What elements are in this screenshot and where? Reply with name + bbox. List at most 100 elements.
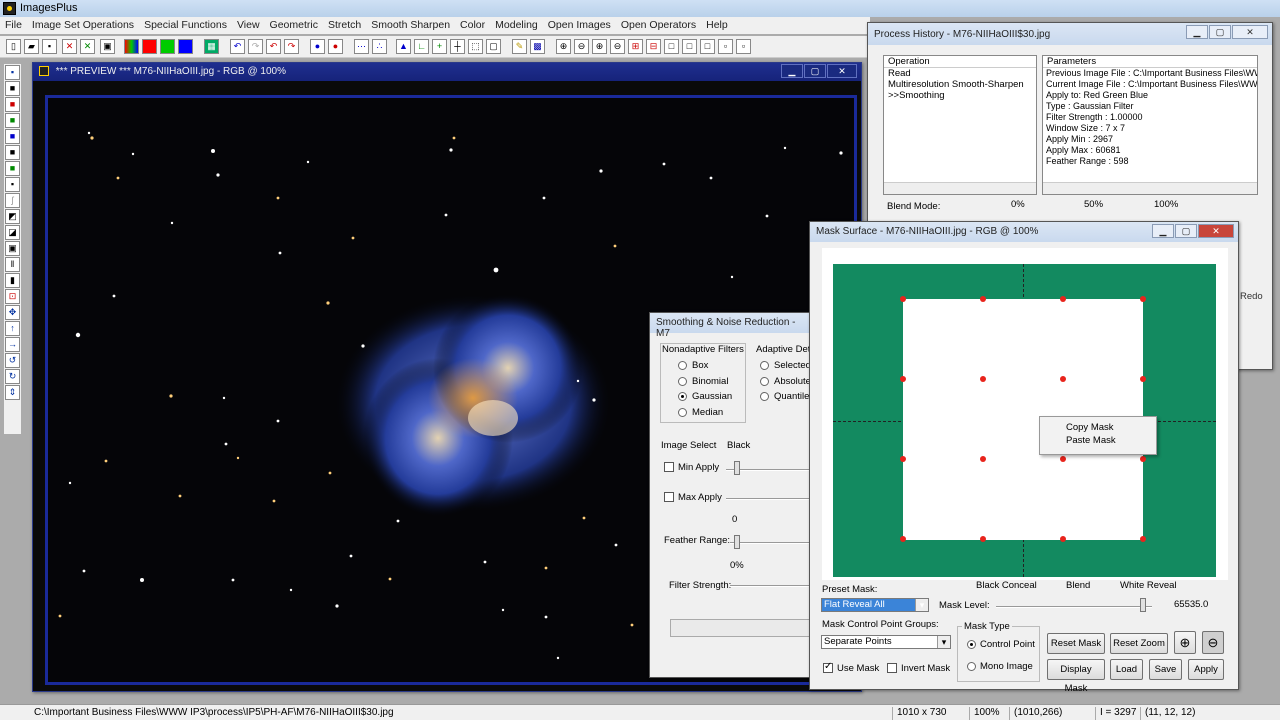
dots-icon[interactable]: ⋯ xyxy=(354,39,369,54)
flip-tool-icon[interactable]: ⇕ xyxy=(5,385,20,400)
control-point[interactable] xyxy=(1060,536,1066,542)
menu-image-set-operations[interactable]: Image Set Operations xyxy=(27,17,139,33)
stop-record-icon[interactable]: ● xyxy=(328,39,343,54)
filter-strength-slider[interactable] xyxy=(730,585,812,587)
invert-mask-checkbox[interactable] xyxy=(887,663,897,673)
menu-smooth-sharpen[interactable]: Smooth Sharpen xyxy=(366,17,455,33)
mask-close-button[interactable]: ✕ xyxy=(1198,224,1234,238)
red-channel-icon[interactable] xyxy=(142,39,157,54)
filter-gaussian-radio[interactable] xyxy=(678,392,687,401)
operation-list[interactable]: Operation Read Multiresolution Smooth-Sh… xyxy=(883,55,1037,195)
control-point-radio[interactable] xyxy=(967,640,976,649)
zoom-out-icon[interactable]: ⊖ xyxy=(574,39,589,54)
menu-open-images[interactable]: Open Images xyxy=(543,17,616,33)
save-icon[interactable]: ▪ xyxy=(42,39,57,54)
control-point-groups-select[interactable]: Separate Points xyxy=(821,635,951,649)
filter-box-radio[interactable] xyxy=(678,361,687,370)
box3-icon[interactable]: □ xyxy=(700,39,715,54)
bar-tool-icon[interactable]: ▮ xyxy=(5,273,20,288)
close-icon[interactable]: ✕ xyxy=(62,39,77,54)
plus-box-icon[interactable]: ⊞ xyxy=(628,39,643,54)
zoom-in-icon[interactable]: ⊕ xyxy=(1174,631,1196,654)
preview-maximize-button[interactable]: ▢ xyxy=(804,64,826,78)
operation-item[interactable]: >>Smoothing xyxy=(888,90,1036,101)
control-point[interactable] xyxy=(1060,456,1066,462)
triangle-icon[interactable]: ▲ xyxy=(396,39,411,54)
target-icon[interactable]: ┼ xyxy=(450,39,465,54)
box4-icon[interactable]: ▫ xyxy=(718,39,733,54)
mono-tool-icon[interactable]: ■ xyxy=(5,145,20,160)
mask-level-slider[interactable] xyxy=(996,606,1152,608)
new-file-icon[interactable]: ▯ xyxy=(6,39,21,54)
menu-open-operators[interactable]: Open Operators xyxy=(616,17,701,33)
green-channel-icon[interactable] xyxy=(160,39,175,54)
minus-box-icon[interactable]: ⊟ xyxy=(646,39,661,54)
apply-button[interactable]: Apply xyxy=(1188,659,1224,680)
pencil-icon[interactable]: ✎ xyxy=(512,39,527,54)
operation-item[interactable]: Read xyxy=(888,68,1036,79)
min-apply-slider-thumb[interactable] xyxy=(734,461,740,475)
axis-icon[interactable]: ∟ xyxy=(414,39,429,54)
max-apply-slider[interactable] xyxy=(726,498,812,500)
reset-zoom-button[interactable]: Reset Zoom xyxy=(1110,633,1168,654)
redo-icon[interactable]: ↷ xyxy=(248,39,263,54)
close-all-icon[interactable]: ✕ xyxy=(80,39,95,54)
control-point[interactable] xyxy=(1060,296,1066,302)
rectangle-select-icon[interactable]: ⬚ xyxy=(468,39,483,54)
green-tool-icon[interactable]: ■ xyxy=(5,113,20,128)
rotate-right-icon[interactable]: ↻ xyxy=(5,369,20,384)
menu-stretch[interactable]: Stretch xyxy=(323,17,366,33)
adaptive-absolute-radio[interactable] xyxy=(760,377,769,386)
history-maximize-button[interactable]: ▢ xyxy=(1209,25,1231,39)
frame-tool-icon[interactable]: ◪ xyxy=(5,225,20,240)
mono-image-radio[interactable] xyxy=(967,662,976,671)
hook-tool-icon[interactable]: ʃ xyxy=(5,193,20,208)
box5-icon[interactable]: ▫ xyxy=(736,39,751,54)
history-close-button[interactable]: ✕ xyxy=(1232,25,1268,39)
red-tool-icon[interactable]: ■ xyxy=(5,97,20,112)
operation-hscrollbar[interactable] xyxy=(884,182,1036,194)
black-square-icon[interactable]: ■ xyxy=(5,81,20,96)
preset-mask-select[interactable]: Flat Reveal All xyxy=(821,598,929,612)
feather-range-slider[interactable] xyxy=(730,542,812,544)
move-tool-icon[interactable]: ✥ xyxy=(5,305,20,320)
mask-maximize-button[interactable]: ▢ xyxy=(1175,224,1197,238)
parameter-list[interactable]: Parameters Previous Image File : C:\Impo… xyxy=(1042,55,1258,195)
control-point[interactable] xyxy=(1140,376,1146,382)
box1-icon[interactable]: □ xyxy=(664,39,679,54)
control-point[interactable] xyxy=(900,296,906,302)
star-select-icon[interactable]: ∴ xyxy=(372,39,387,54)
history-minimize-button[interactable]: ▁ xyxy=(1186,25,1208,39)
crop-tool-icon[interactable]: ⊡ xyxy=(5,289,20,304)
rgb-channels-icon[interactable] xyxy=(124,39,139,54)
control-point[interactable] xyxy=(1060,376,1066,382)
zoom-out-icon[interactable]: ⊖ xyxy=(1202,631,1224,654)
control-point[interactable] xyxy=(1140,456,1146,462)
control-point[interactable] xyxy=(900,456,906,462)
preview-minimize-button[interactable]: ▁ xyxy=(781,64,803,78)
use-mask-checkbox[interactable] xyxy=(823,661,833,673)
slash-tool-icon[interactable]: ◩ xyxy=(5,209,20,224)
menu-help[interactable]: Help xyxy=(701,17,733,33)
preview-close-button[interactable]: ✕ xyxy=(827,64,857,78)
control-point[interactable] xyxy=(980,536,986,542)
menu-modeling[interactable]: Modeling xyxy=(490,17,543,33)
frame-icon[interactable]: ▢ xyxy=(486,39,501,54)
paste-mask-menu-item[interactable]: Paste Mask xyxy=(1040,435,1156,453)
mask-level-slider-thumb[interactable] xyxy=(1140,598,1146,612)
save-button[interactable]: Save xyxy=(1149,659,1182,680)
reset-mask-button[interactable]: Reset Mask xyxy=(1047,633,1105,654)
menu-geometric[interactable]: Geometric xyxy=(265,17,323,33)
box2-icon[interactable]: □ xyxy=(682,39,697,54)
arrow-up-icon[interactable]: ↑ xyxy=(5,321,20,336)
filter-median-radio[interactable] xyxy=(678,408,687,417)
blue-tool-icon[interactable]: ■ xyxy=(5,129,20,144)
rotate-left-icon[interactable]: ↺ xyxy=(5,353,20,368)
bars-tool-icon[interactable]: ‖ xyxy=(5,257,20,272)
crosshair-icon[interactable]: + xyxy=(432,39,447,54)
feather-range-slider-thumb[interactable] xyxy=(734,535,740,549)
arrow-right-icon[interactable]: → xyxy=(5,337,20,352)
filter-binomial-radio[interactable] xyxy=(678,377,687,386)
display-mask-button[interactable]: Display Mask xyxy=(1047,659,1105,694)
min-apply-checkbox[interactable] xyxy=(664,462,674,472)
